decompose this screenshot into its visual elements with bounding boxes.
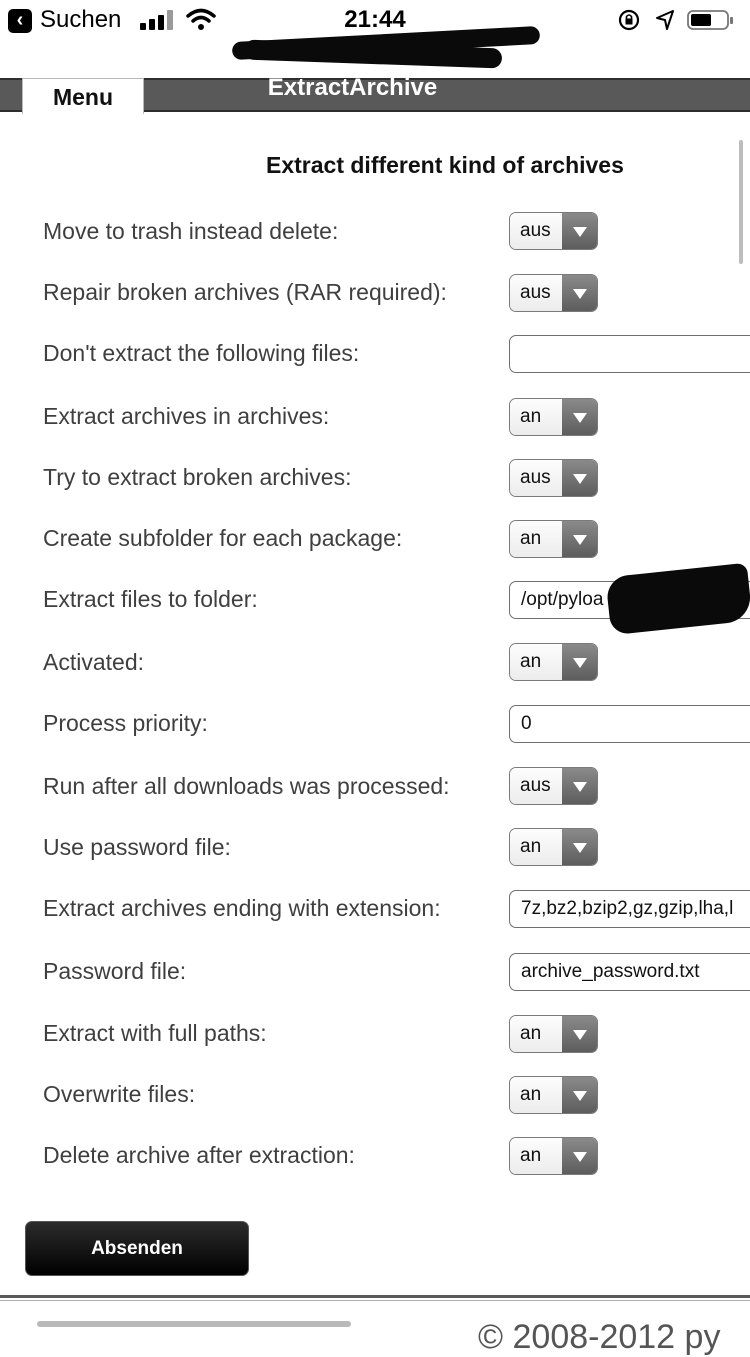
repair-select[interactable]: aus [509,274,598,312]
select-value: an [510,829,562,865]
select-value: an [510,644,562,680]
setting-label: Process priority: [43,710,208,736]
setting-label: Extract archives in archives: [43,403,330,429]
broken-select[interactable]: aus [509,459,598,497]
home-indicator[interactable] [37,1321,351,1327]
redaction-mark [605,562,750,636]
setting-label: Password file: [43,958,187,984]
form-heading: Extract different kind of archives [266,152,624,178]
overwrite-select[interactable]: an [509,1076,598,1114]
location-arrow-icon [656,10,674,30]
chevron-down-icon [562,1077,597,1113]
chevron-down-icon [562,1138,597,1174]
copyright-text: © 2008-2012 py [478,1318,721,1356]
waitall-select[interactable]: aus [509,767,598,805]
chevron-down-icon [562,399,597,435]
setting-label: Extract files to folder: [43,586,258,612]
setting-label: Don't extract the following files: [43,340,360,366]
extensions-input[interactable]: 7z,bz2,bzip2,gz,gzip,lha,l [509,890,750,928]
chevron-down-icon [562,768,597,804]
delete-select[interactable]: an [509,1137,598,1175]
select-value: an [510,399,562,435]
setting-label: Use password file: [43,834,231,860]
setting-label: Delete archive after extraction: [43,1142,355,1168]
setting-label: Extract archives ending with extension: [43,895,441,921]
select-value: aus [510,275,562,311]
select-value: aus [510,213,562,249]
submit-button[interactable]: Absenden [25,1221,249,1276]
chevron-down-icon [562,521,597,557]
subfolder-select[interactable]: an [509,520,598,558]
recursive-select[interactable]: an [509,398,598,436]
setting-label: Overwrite files: [43,1081,196,1107]
setting-label: Try to extract broken archives: [43,464,352,490]
chevron-down-icon [562,829,597,865]
setting-label: Run after all downloads was processed: [43,773,450,799]
password-file-input[interactable]: archive_password.txt [509,953,750,991]
select-value: an [510,1016,562,1052]
battery-icon [687,10,733,30]
select-value: an [510,521,562,557]
footer-divider [0,1295,750,1298]
setting-label: Repair broken archives (RAR required): [43,279,447,305]
menu-tab[interactable]: Menu [22,78,144,114]
use-password-file-select[interactable]: an [509,828,598,866]
activated-select[interactable]: an [509,643,598,681]
chevron-down-icon [562,275,597,311]
fullpath-select[interactable]: an [509,1015,598,1053]
footer-divider [0,1300,750,1301]
setting-label: Create subfolder for each package: [43,525,403,551]
rotation-lock-icon [618,9,640,31]
exclude-files-input[interactable] [509,335,750,373]
scrollbar[interactable] [739,140,743,264]
priority-input[interactable]: 0 [509,705,750,743]
trash-select[interactable]: aus [509,212,598,250]
setting-label: Activated: [43,649,144,675]
chevron-down-icon [562,460,597,496]
chevron-down-icon [562,644,597,680]
select-value: an [510,1077,562,1113]
setting-label: Move to trash instead delete: [43,218,339,244]
chevron-down-icon [562,213,597,249]
select-value: an [510,1138,562,1174]
select-value: aus [510,768,562,804]
chevron-down-icon [562,1016,597,1052]
select-value: aus [510,460,562,496]
setting-label: Extract with full paths: [43,1020,267,1046]
